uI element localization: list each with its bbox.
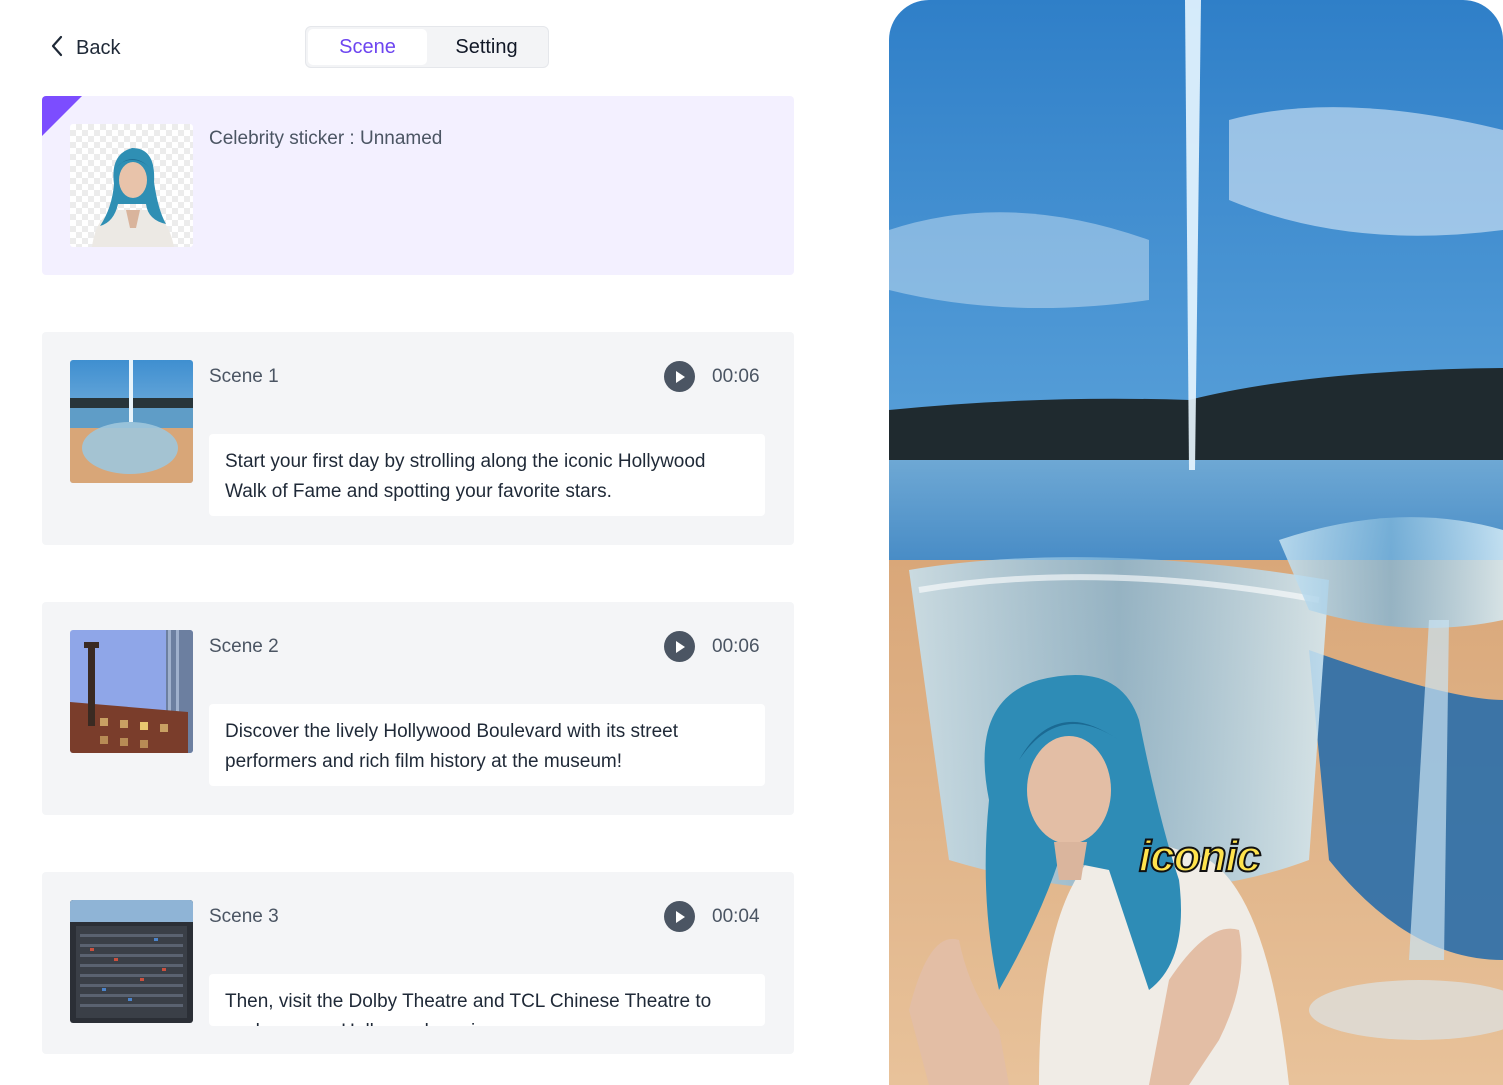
scene-title: Scene 2 [209, 636, 279, 657]
sticker-thumbnail [70, 124, 193, 247]
sticker-label: Celebrity sticker : Unnamed [209, 128, 443, 149]
scene-script-text[interactable]: Start your first day by strolling along … [209, 434, 765, 516]
play-icon [675, 640, 685, 653]
play-button[interactable] [664, 361, 695, 392]
subtitle-caption: iconic [1138, 831, 1262, 882]
tab-setting[interactable]: Setting [427, 29, 546, 65]
back-button[interactable]: Back [48, 32, 120, 65]
scene-script-text[interactable]: Discover the lively Hollywood Boulevard … [209, 704, 765, 786]
scene-title: Scene 1 [209, 366, 279, 387]
scene-card-2[interactable]: Scene 2 00:06 Discover the lively Hollyw… [42, 602, 794, 815]
scene-duration: 00:06 [712, 366, 760, 387]
scene-duration: 00:04 [712, 906, 760, 927]
play-icon [675, 370, 685, 383]
scene-script-text[interactable]: Then, visit the Dolby Theatre and TCL Ch… [209, 974, 765, 1026]
scene-1-thumbnail [70, 360, 193, 483]
back-label: Back [76, 37, 121, 59]
play-button[interactable] [664, 631, 695, 662]
scene-card-3[interactable]: Scene 3 00:04 Then, visit the Dolby Thea… [42, 872, 794, 1054]
play-icon [675, 910, 685, 923]
tab-scene[interactable]: Scene [308, 29, 427, 65]
scene-2-thumbnail [70, 630, 193, 753]
scene-duration: 00:06 [712, 636, 760, 657]
scene-card-1[interactable]: Scene 1 00:06 Start your first day by st… [42, 332, 794, 545]
video-preview[interactable]: iconic [889, 0, 1503, 1085]
chevron-left-icon [48, 32, 66, 65]
tab-switcher: Scene Setting [305, 26, 549, 68]
play-button[interactable] [664, 901, 695, 932]
scene-title: Scene 3 [209, 906, 279, 927]
scene-3-thumbnail [70, 900, 193, 1023]
celebrity-sticker-card[interactable]: Celebrity sticker : Unnamed [42, 96, 794, 275]
